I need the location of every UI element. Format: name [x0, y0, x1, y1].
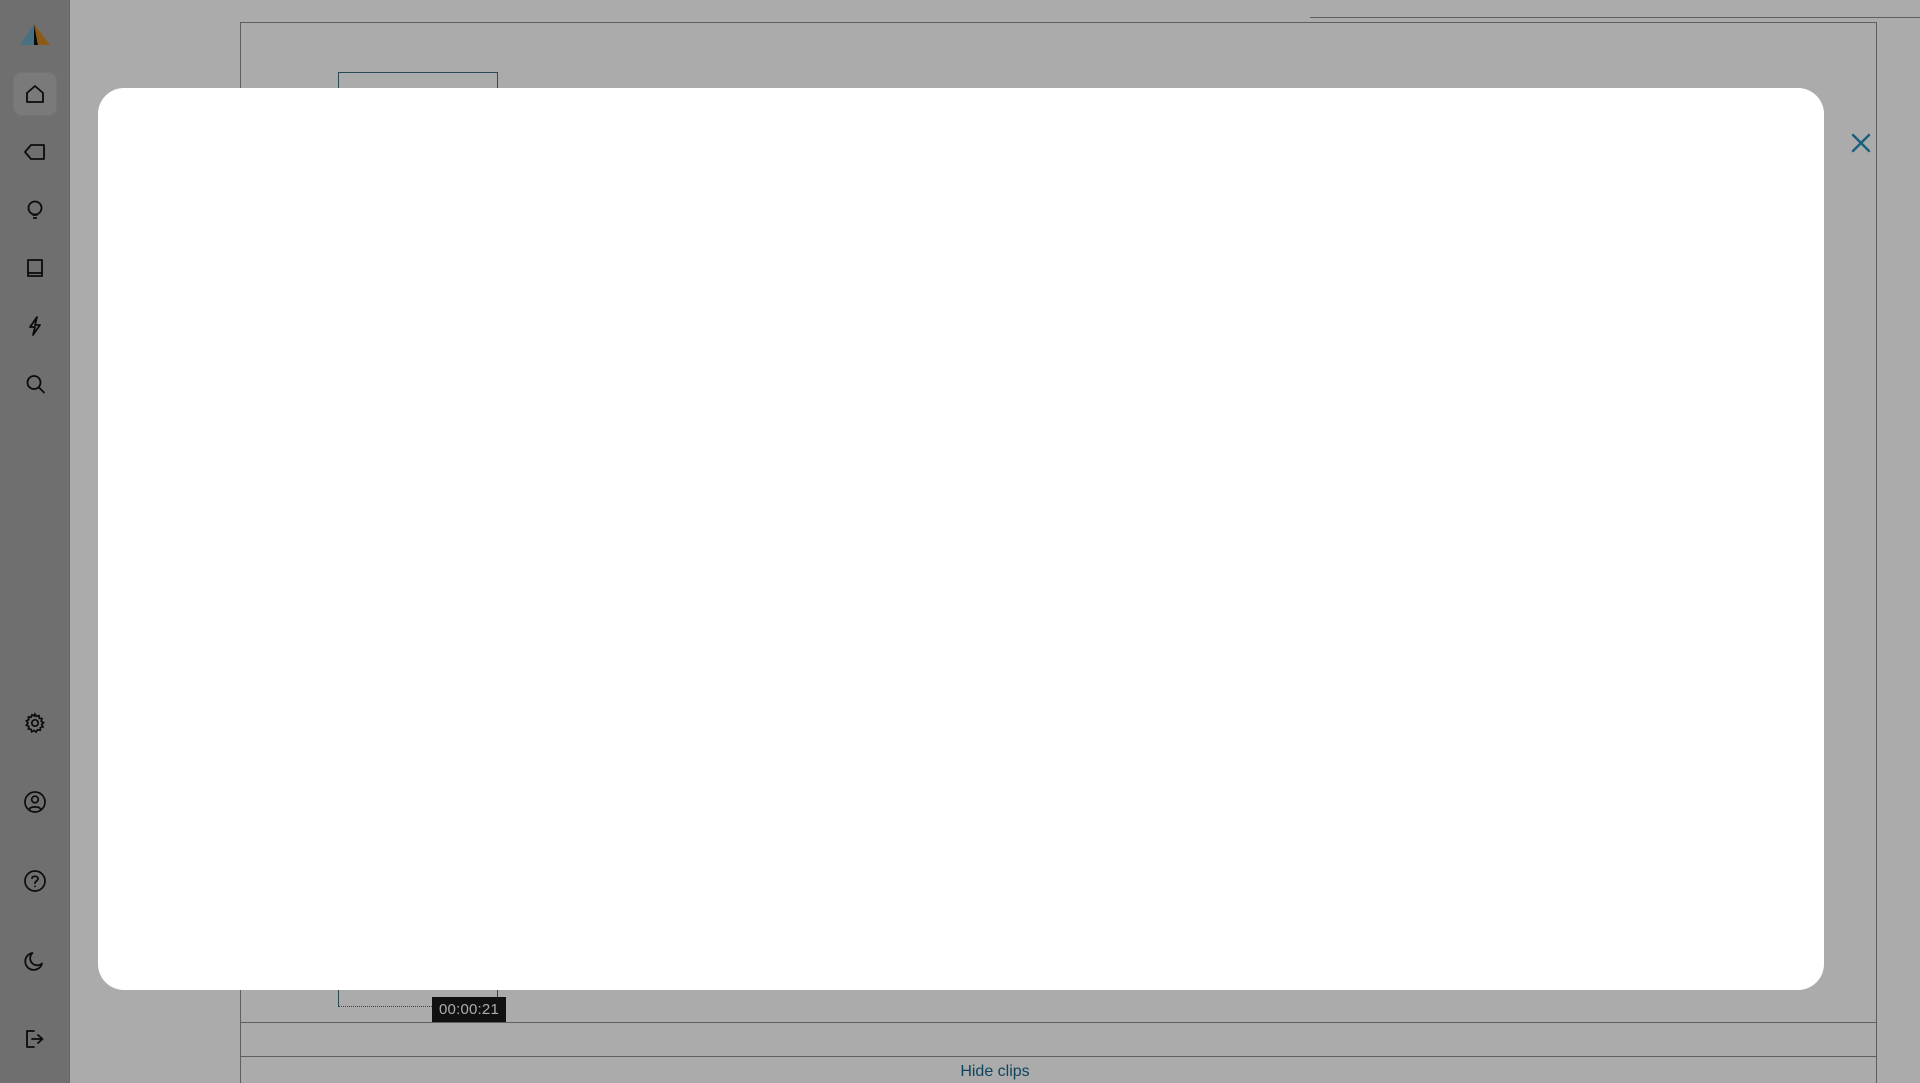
close-icon[interactable] [1846, 128, 1876, 158]
clip-detail-modal [98, 88, 1824, 990]
